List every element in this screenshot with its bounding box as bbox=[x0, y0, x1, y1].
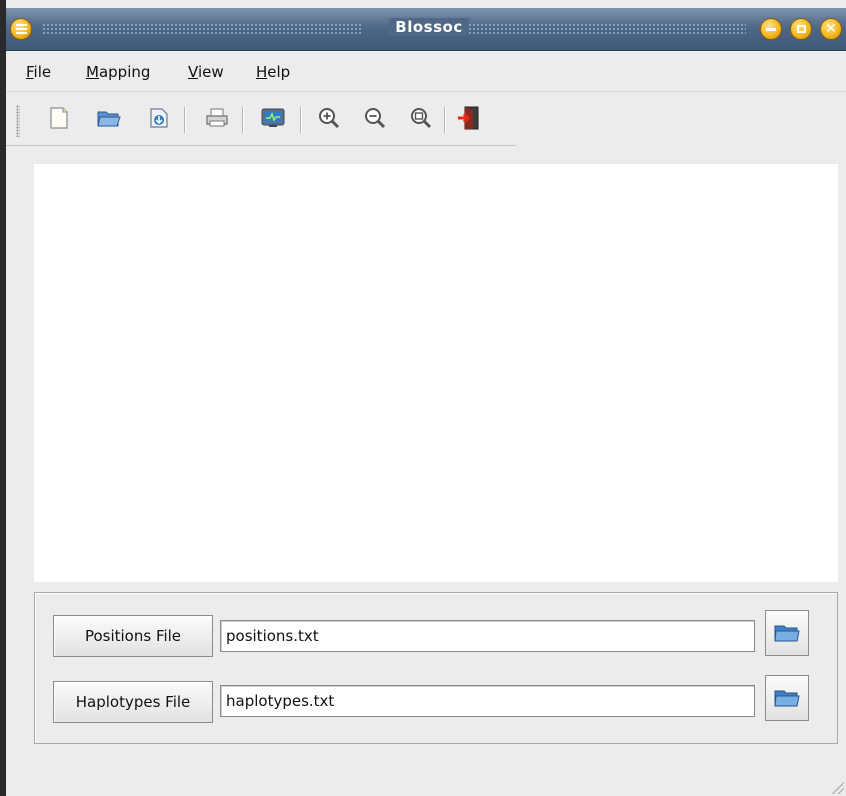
haplotypes-file-input[interactable]: haplotypes.txt bbox=[220, 685, 755, 717]
new-file-icon bbox=[50, 107, 68, 129]
open-folder-icon bbox=[774, 625, 800, 642]
title-bar[interactable]: Blossoc ✕ bbox=[6, 8, 846, 51]
save-button[interactable] bbox=[144, 103, 174, 133]
positions-file-value: positions.txt bbox=[226, 627, 319, 645]
haplotypes-file-value: haplotypes.txt bbox=[226, 692, 335, 710]
monitor-button[interactable] bbox=[258, 103, 288, 133]
minimize-icon bbox=[766, 27, 776, 31]
minimize-button[interactable] bbox=[760, 18, 782, 40]
open-folder-icon bbox=[774, 690, 800, 707]
print-button[interactable] bbox=[202, 103, 232, 133]
positions-file-input[interactable]: positions.txt bbox=[220, 620, 755, 652]
zoom-fit-icon bbox=[411, 108, 432, 129]
monitor-icon bbox=[261, 108, 285, 127]
haplotypes-browse-button[interactable] bbox=[765, 675, 809, 721]
zoom-in-icon bbox=[319, 108, 340, 129]
positions-file-button[interactable]: Positions File bbox=[53, 615, 213, 657]
toolbar bbox=[6, 93, 516, 146]
open-button[interactable] bbox=[94, 103, 124, 133]
toolbar-separator bbox=[242, 107, 244, 133]
zoom-fit-button[interactable] bbox=[406, 103, 436, 133]
menu-help-label: elp bbox=[267, 63, 291, 81]
toolbar-grip[interactable] bbox=[16, 105, 20, 137]
plot-area[interactable] bbox=[34, 164, 838, 582]
menu-mapping[interactable]: Mapping bbox=[86, 63, 150, 81]
save-icon bbox=[150, 108, 168, 128]
menu-bar: File Mapping View Help bbox=[6, 51, 846, 92]
toolbar-separator bbox=[444, 107, 446, 133]
menu-help[interactable]: Help bbox=[256, 63, 290, 81]
haplotypes-file-button[interactable]: Haplotypes File bbox=[53, 681, 213, 723]
zoom-in-button[interactable] bbox=[314, 103, 344, 133]
menu-mapping-mnemonic: M bbox=[86, 63, 99, 81]
file-selection-panel: Positions File positions.txt Haplotypes … bbox=[34, 592, 838, 744]
menu-help-mnemonic: H bbox=[256, 63, 268, 81]
toolbar-separator bbox=[300, 107, 302, 133]
main-window: Blossoc ✕ File Mapping View Help Positio… bbox=[0, 0, 846, 796]
close-button[interactable]: ✕ bbox=[820, 18, 842, 40]
positions-browse-button[interactable] bbox=[765, 610, 809, 656]
positions-file-button-label: Positions File bbox=[84, 627, 182, 645]
close-icon: ✕ bbox=[825, 21, 837, 37]
haplotypes-file-button-label: Haplotypes File bbox=[75, 693, 191, 711]
new-file-button[interactable] bbox=[44, 103, 74, 133]
menu-view-mnemonic: V bbox=[188, 63, 198, 81]
menu-file[interactable]: File bbox=[26, 63, 51, 81]
zoom-out-button[interactable] bbox=[360, 103, 390, 133]
window-title: Blossoc bbox=[6, 18, 846, 36]
exit-button[interactable] bbox=[454, 103, 484, 133]
open-folder-icon bbox=[97, 111, 121, 127]
menu-file-label: ile bbox=[33, 63, 52, 81]
toolbar-separator bbox=[184, 107, 186, 133]
maximize-button[interactable] bbox=[790, 18, 812, 40]
menu-mapping-label: apping bbox=[98, 63, 151, 81]
menu-view[interactable]: View bbox=[188, 63, 224, 81]
window-resize-grip[interactable] bbox=[830, 780, 844, 794]
exit-icon bbox=[458, 106, 479, 130]
print-icon bbox=[206, 108, 228, 127]
menu-view-label: iew bbox=[197, 63, 224, 81]
menu-file-mnemonic: F bbox=[26, 63, 34, 81]
maximize-icon bbox=[796, 25, 806, 33]
zoom-out-icon bbox=[365, 108, 386, 129]
